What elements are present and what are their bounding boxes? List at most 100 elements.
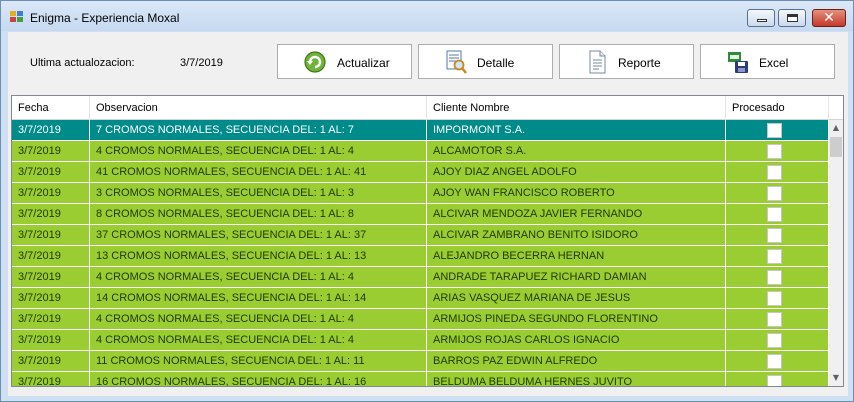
table-row[interactable]: 3/7/2019 7 CROMOS NORMALES, SECUENCIA DEL… — [12, 120, 829, 141]
cell-observacion[interactable]: 4 CROMOS NORMALES, SECUENCIA DEL: 1 AL: … — [90, 267, 427, 288]
detalle-button[interactable]: Detalle — [418, 44, 553, 79]
maximize-button[interactable] — [778, 9, 806, 27]
app-window: Enigma - Experiencia Moxal ✕ Ultima actu… — [0, 0, 854, 402]
procesado-checkbox[interactable] — [767, 207, 782, 222]
procesado-checkbox[interactable] — [767, 333, 782, 348]
cell-observacion[interactable]: 3 CROMOS NORMALES, SECUENCIA DEL: 1 AL: … — [90, 183, 427, 204]
grid-header: Fecha Observacion Cliente Nombre Procesa… — [12, 96, 829, 120]
document-search-icon — [446, 50, 467, 74]
cell-cliente[interactable]: ALCIVAR ZAMBRANO BENITO ISIDORO — [427, 225, 726, 246]
minimize-button[interactable] — [747, 9, 775, 27]
cell-fecha[interactable]: 3/7/2019 — [12, 267, 90, 288]
procesado-checkbox[interactable] — [767, 375, 782, 386]
column-header-cliente[interactable]: Cliente Nombre — [427, 96, 726, 120]
cell-cliente[interactable]: BARROS PAZ EDWIN ALFREDO — [427, 351, 726, 372]
actualizar-button[interactable]: Actualizar — [277, 44, 412, 79]
table-row[interactable]: 3/7/2019 4 CROMOS NORMALES, SECUENCIA DEL… — [12, 141, 829, 162]
refresh-icon — [304, 51, 326, 73]
cell-cliente[interactable]: AJOY DIAZ ANGEL ADOLFO — [427, 162, 726, 183]
actualizar-label: Actualizar — [337, 56, 390, 70]
detalle-label: Detalle — [477, 56, 515, 70]
cell-observacion[interactable]: 14 CROMOS NORMALES, SECUENCIA DEL: 1 AL:… — [90, 288, 427, 309]
table-row[interactable]: 3/7/2019 4 CROMOS NORMALES, SECUENCIA DEL… — [12, 267, 829, 288]
cell-fecha[interactable]: 3/7/2019 — [12, 309, 90, 330]
table-row[interactable]: 3/7/2019 4 CROMOS NORMALES, SECUENCIA DEL… — [12, 309, 829, 330]
procesado-checkbox[interactable] — [767, 186, 782, 201]
reporte-label: Reporte — [618, 56, 661, 70]
cell-fecha[interactable]: 3/7/2019 — [12, 246, 90, 267]
data-grid[interactable]: Fecha Observacion Cliente Nombre Procesa… — [11, 95, 844, 387]
table-row[interactable]: 3/7/2019 14 CROMOS NORMALES, SECUENCIA DE… — [12, 288, 829, 309]
reporte-button[interactable]: Reporte — [559, 44, 694, 79]
maximize-icon — [787, 14, 798, 22]
procesado-checkbox[interactable] — [767, 270, 782, 285]
excel-save-icon — [728, 52, 748, 73]
cell-observacion[interactable]: 37 CROMOS NORMALES, SECUENCIA DEL: 1 AL:… — [90, 225, 427, 246]
excel-label: Excel — [759, 56, 789, 70]
cell-cliente[interactable]: ARMIJOS PINEDA SEGUNDO FLORENTINO — [427, 309, 726, 330]
cell-observacion[interactable]: 7 CROMOS NORMALES, SECUENCIA DEL: 1 AL: … — [90, 120, 427, 141]
table-row[interactable]: 3/7/2019 11 CROMOS NORMALES, SECUENCIA DE… — [12, 351, 829, 372]
cell-fecha[interactable]: 3/7/2019 — [12, 204, 90, 225]
table-row[interactable]: 3/7/2019 13 CROMOS NORMALES, SECUENCIA DE… — [12, 246, 829, 267]
app-icon — [10, 11, 24, 23]
vertical-scrollbar[interactable]: ▲ ▼ — [829, 120, 843, 386]
report-document-icon — [589, 50, 606, 74]
excel-button[interactable]: Excel — [700, 44, 835, 79]
procesado-checkbox[interactable] — [767, 123, 782, 138]
table-row[interactable]: 3/7/2019 37 CROMOS NORMALES, SECUENCIA DE… — [12, 225, 829, 246]
procesado-checkbox[interactable] — [767, 144, 782, 159]
cell-fecha[interactable]: 3/7/2019 — [12, 288, 90, 309]
cell-fecha[interactable]: 3/7/2019 — [12, 162, 90, 183]
close-icon: ✕ — [823, 10, 835, 26]
cell-fecha[interactable]: 3/7/2019 — [12, 141, 90, 162]
cell-observacion[interactable]: 11 CROMOS NORMALES, SECUENCIA DEL: 1 AL:… — [90, 351, 427, 372]
cell-cliente[interactable]: ARIAS VASQUEZ MARIANA DE JESUS — [427, 288, 726, 309]
cell-fecha[interactable]: 3/7/2019 — [12, 225, 90, 246]
table-row[interactable]: 3/7/2019 3 CROMOS NORMALES, SECUENCIA DEL… — [12, 183, 829, 204]
procesado-checkbox[interactable] — [767, 228, 782, 243]
grid-header-corner — [829, 96, 843, 120]
table-row[interactable]: 3/7/2019 8 CROMOS NORMALES, SECUENCIA DEL… — [12, 204, 829, 225]
cell-cliente[interactable]: ALCIVAR MENDOZA JAVIER FERNANDO — [427, 204, 726, 225]
scroll-up-icon[interactable]: ▲ — [829, 121, 843, 135]
cell-observacion[interactable]: 13 CROMOS NORMALES, SECUENCIA DEL: 1 AL:… — [90, 246, 427, 267]
cell-cliente[interactable]: IMPORMONT S.A. — [427, 120, 726, 141]
cell-observacion[interactable]: 4 CROMOS NORMALES, SECUENCIA DEL: 1 AL: … — [90, 309, 427, 330]
cell-cliente[interactable]: ALCAMOTOR S.A. — [427, 141, 726, 162]
table-row[interactable]: 3/7/2019 41 CROMOS NORMALES, SECUENCIA DE… — [12, 162, 829, 183]
title-bar[interactable]: Enigma - Experiencia Moxal ✕ — [1, 1, 853, 31]
minimize-icon — [757, 19, 767, 22]
cell-fecha[interactable]: 3/7/2019 — [12, 330, 90, 351]
cell-cliente[interactable]: ARMIJOS ROJAS CARLOS IGNACIO — [427, 330, 726, 351]
column-header-observacion[interactable]: Observacion — [90, 96, 427, 120]
cell-cliente[interactable]: BELDUMA BELDUMA HERNES JUVITO — [427, 372, 726, 386]
client-area: Ultima actualozacion: 3/7/2019 Actualiza… — [8, 32, 848, 396]
cell-fecha[interactable]: 3/7/2019 — [12, 372, 90, 386]
cell-fecha[interactable]: 3/7/2019 — [12, 120, 90, 141]
procesado-checkbox[interactable] — [767, 165, 782, 180]
cell-cliente[interactable]: ALEJANDRO BECERRA HERNAN — [427, 246, 726, 267]
cell-observacion[interactable]: 41 CROMOS NORMALES, SECUENCIA DEL: 1 AL:… — [90, 162, 427, 183]
cell-observacion[interactable]: 4 CROMOS NORMALES, SECUENCIA DEL: 1 AL: … — [90, 141, 427, 162]
procesado-checkbox[interactable] — [767, 291, 782, 306]
cell-cliente[interactable]: ANDRADE TARAPUEZ RICHARD DAMIAN — [427, 267, 726, 288]
procesado-checkbox[interactable] — [767, 249, 782, 264]
scroll-down-icon[interactable]: ▼ — [829, 371, 843, 385]
cell-fecha[interactable]: 3/7/2019 — [12, 351, 90, 372]
procesado-checkbox[interactable] — [767, 354, 782, 369]
close-button[interactable]: ✕ — [812, 9, 846, 27]
column-header-procesado[interactable]: Procesado — [726, 96, 829, 120]
cell-observacion[interactable]: 8 CROMOS NORMALES, SECUENCIA DEL: 1 AL: … — [90, 204, 427, 225]
cell-observacion[interactable]: 16 CROMOS NORMALES, SECUENCIA DEL: 1 AL:… — [90, 372, 427, 386]
procesado-checkbox[interactable] — [767, 312, 782, 327]
cell-cliente[interactable]: AJOY WAN FRANCISCO ROBERTO — [427, 183, 726, 204]
table-row[interactable]: 3/7/2019 4 CROMOS NORMALES, SECUENCIA DEL… — [12, 330, 829, 351]
cell-fecha[interactable]: 3/7/2019 — [12, 183, 90, 204]
table-row[interactable]: 3/7/2019 16 CROMOS NORMALES, SECUENCIA DE… — [12, 372, 829, 386]
last-update-value: 3/7/2019 — [180, 57, 223, 69]
scroll-thumb[interactable] — [830, 137, 842, 157]
cell-observacion[interactable]: 4 CROMOS NORMALES, SECUENCIA DEL: 1 AL: … — [90, 330, 427, 351]
column-header-fecha[interactable]: Fecha — [12, 96, 90, 120]
last-update-label: Ultima actualozacion: — [30, 57, 135, 69]
